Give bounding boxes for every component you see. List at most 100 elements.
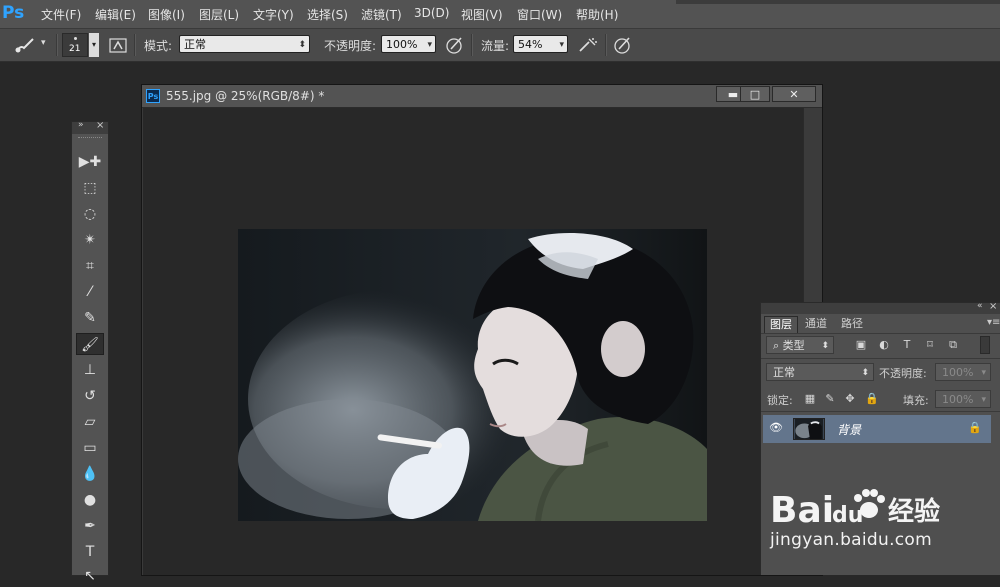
fill-field[interactable]: 100% ▾ xyxy=(935,390,991,408)
magic-wand-tool[interactable]: ✴ xyxy=(76,229,104,251)
menu-help[interactable]: 帮助(H) xyxy=(576,6,618,23)
pressure-size-icon[interactable] xyxy=(613,35,633,55)
layer-row-background[interactable]: 👁 背景 🔒 xyxy=(763,415,991,443)
canvas-photo[interactable] xyxy=(238,229,707,521)
type-tool[interactable]: T xyxy=(76,541,104,563)
flow-field[interactable]: 54% ▾ xyxy=(513,35,568,53)
blend-mode-select[interactable]: 正常 ⬍ xyxy=(766,363,874,381)
airbrush-icon[interactable] xyxy=(577,35,599,55)
menu-bar: Ps 文件(F) 编辑(E) 图像(I) 图层(L) 文字(Y) 选择(S) 滤… xyxy=(0,0,1000,29)
brush-tip-icon xyxy=(74,37,77,40)
grip xyxy=(78,137,102,141)
menu-view[interactable]: 视图(V) xyxy=(461,6,503,23)
tab-layers[interactable]: 图层 xyxy=(764,316,798,333)
filter-pixel-icon[interactable]: ▣ xyxy=(854,338,868,352)
menu-window[interactable]: 窗口(W) xyxy=(517,6,562,23)
menu-filter[interactable]: 滤镜(T) xyxy=(361,6,402,23)
mode-label: 模式: xyxy=(144,39,173,53)
lock-pixels-icon[interactable]: ✎ xyxy=(823,392,837,406)
filter-adjustment-icon[interactable]: ◐ xyxy=(877,338,891,352)
lock-all-icon[interactable]: 🔒 xyxy=(865,392,879,406)
tab-paths[interactable]: 路径 xyxy=(836,316,868,332)
filter-shape-icon[interactable]: ⌑ xyxy=(923,338,937,352)
lock-position-icon[interactable]: ✥ xyxy=(843,392,857,406)
mode-select[interactable]: 正常 ⬍ xyxy=(179,35,310,53)
watermark-url: jingyan.baidu.com xyxy=(770,530,932,550)
blur-tool[interactable]: 💧 xyxy=(76,463,104,485)
eraser-tool[interactable]: ▱ xyxy=(76,411,104,433)
menu-edit[interactable]: 编辑(E) xyxy=(95,6,136,23)
search-icon: ⌕ xyxy=(773,339,783,352)
close-button[interactable]: ✕ xyxy=(772,86,816,102)
divider xyxy=(134,34,136,56)
layer-opacity-label: 不透明度: xyxy=(879,367,927,380)
filter-type-icon[interactable]: T xyxy=(900,338,914,352)
fill-label: 填充: xyxy=(903,394,929,407)
layer-name: 背景 xyxy=(837,423,862,437)
tools-panel-header[interactable]: » × xyxy=(72,120,108,134)
layers-panel-header[interactable]: « × xyxy=(761,301,1000,314)
filter-smartobject-icon[interactable]: ⧉ xyxy=(946,338,960,352)
opacity-value: 100% xyxy=(386,38,418,51)
dodge-tool[interactable]: ● xyxy=(76,489,104,511)
layer-opacity-field[interactable]: 100% ▾ xyxy=(935,363,991,381)
document-titlebar[interactable]: Ps 555.jpg @ 25%(RGB/8#) * ▬ □ ✕ xyxy=(142,85,822,108)
path-selection-tool[interactable]: ↖ xyxy=(76,565,104,587)
opacity-field[interactable]: 100% ▾ xyxy=(381,35,436,53)
panel-menu-icon[interactable]: ▾≡ xyxy=(987,317,1000,328)
brush-size-dropdown[interactable]: ▾ xyxy=(89,33,99,57)
chevron-down-icon[interactable]: ▾ xyxy=(41,38,46,48)
layer-filter-select[interactable]: ⌕ 类型 ⬍ xyxy=(766,336,834,354)
tools-panel: » × ▶✚ ⬚ ◌ ✴ ⌗ ⁄ ✎ 🖌 ⊥ ↺ ▱ ▭ 💧 ● ✒ T ↖ xyxy=(71,120,109,584)
close-icon[interactable]: × xyxy=(96,120,104,131)
tab-channels[interactable]: 通道 xyxy=(800,316,832,332)
chevron-down-icon: ▾ xyxy=(981,368,986,378)
flow-value: 54% xyxy=(518,38,543,51)
history-brush-tool[interactable]: ↺ xyxy=(76,385,104,407)
close-icon[interactable]: × xyxy=(989,301,997,312)
lock-icon: 🔒 xyxy=(968,421,982,434)
brush-preset-icon[interactable] xyxy=(14,36,36,54)
divider xyxy=(56,34,58,56)
clone-stamp-tool[interactable]: ⊥ xyxy=(76,359,104,381)
menu-file[interactable]: 文件(F) xyxy=(41,6,81,23)
eyedropper-tool[interactable]: ⁄ xyxy=(76,281,104,303)
layer-opacity-value: 100% xyxy=(942,366,974,379)
menu-image[interactable]: 图像(I) xyxy=(148,6,185,23)
eye-icon[interactable]: 👁 xyxy=(769,421,783,434)
menu-type[interactable]: 文字(Y) xyxy=(253,6,294,23)
updown-icon: ⬍ xyxy=(821,341,829,351)
lasso-tool[interactable]: ◌ xyxy=(76,203,104,225)
chevron-down-icon: ▾ xyxy=(427,40,432,50)
healing-brush-tool[interactable]: ✎ xyxy=(76,307,104,329)
brush-tool[interactable]: 🖌 xyxy=(76,333,104,355)
brand-right: du xyxy=(832,503,863,528)
crop-tool[interactable]: ⌗ xyxy=(76,255,104,277)
maximize-button[interactable]: □ xyxy=(740,86,770,102)
pressure-opacity-icon[interactable] xyxy=(445,35,465,55)
menu-layer[interactable]: 图层(L) xyxy=(199,6,239,23)
brush-size-picker[interactable]: 21 xyxy=(62,33,88,57)
divider xyxy=(605,34,607,56)
options-bar: ▾ 21 ▾ 模式: 正常 ⬍ 不透明度: 100% ▾ 流量: 54% ▾ xyxy=(0,29,1000,62)
lock-transparency-icon[interactable]: ▦ xyxy=(803,392,817,406)
opacity-label: 不透明度: xyxy=(324,39,377,53)
photoshop-logo: Ps xyxy=(2,3,25,23)
menu-select[interactable]: 选择(S) xyxy=(307,6,348,23)
gradient-tool[interactable]: ▭ xyxy=(76,437,104,459)
pen-tool[interactable]: ✒ xyxy=(76,515,104,537)
brand-left: Bai xyxy=(770,490,834,531)
collapse-icon[interactable]: » xyxy=(78,120,84,130)
brush-panel-icon[interactable] xyxy=(109,36,127,54)
chevron-down-icon: ▾ xyxy=(559,40,564,50)
move-tool[interactable]: ▶✚ xyxy=(76,151,104,173)
menu-3d[interactable]: 3D(D) xyxy=(414,6,449,20)
mode-value: 正常 xyxy=(184,38,206,51)
brand-cn: 经验 xyxy=(888,496,940,527)
collapse-icon[interactable]: « xyxy=(977,301,983,311)
divider xyxy=(761,358,1000,359)
ps-document-icon: Ps xyxy=(146,89,160,103)
layer-thumbnail xyxy=(793,418,825,440)
marquee-tool[interactable]: ⬚ xyxy=(76,177,104,199)
filter-toggle[interactable] xyxy=(980,336,990,354)
